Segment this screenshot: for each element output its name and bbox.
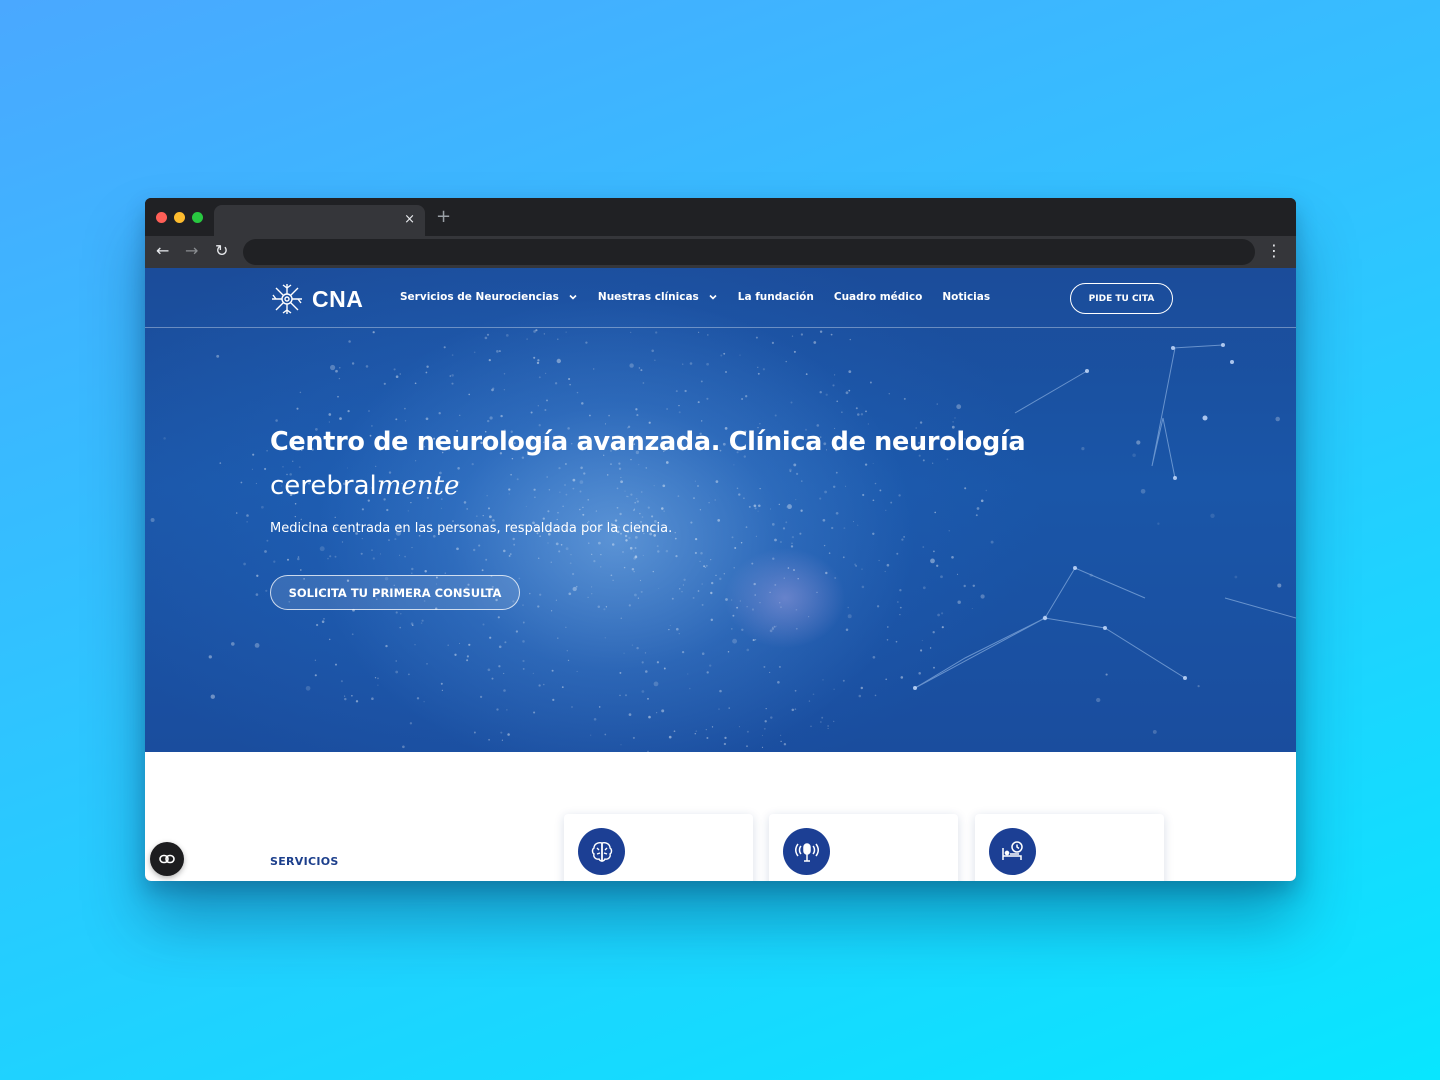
new-tab-button[interactable]: +	[436, 207, 451, 227]
nav-item-label: Servicios de Neurociencias	[400, 291, 559, 303]
primera-consulta-button[interactable]: SOLICITA TU PRIMERA CONSULTA	[270, 575, 520, 610]
brain-icon	[591, 841, 612, 862]
chevron-down-icon	[709, 294, 717, 300]
browser-toolbar: ← → ↻ ⋮	[145, 236, 1296, 268]
nav-item-servicios[interactable]: Servicios de Neurociencias	[400, 291, 578, 303]
main-nav: Servicios de Neurociencias Nuestras clín…	[400, 291, 1010, 303]
nav-item-label: Nuestras clínicas	[597, 291, 699, 303]
chevron-down-icon	[569, 294, 577, 300]
address-bar[interactable]	[243, 239, 1255, 265]
service-card[interactable]	[564, 814, 753, 881]
site-header: CNA Servicios de Neurociencias Nuestras …	[145, 268, 1296, 328]
neuron-logo-icon	[272, 284, 302, 314]
browser-window: × + ← → ↻ ⋮ CNA Servicios de Neurocienci…	[145, 198, 1296, 881]
reload-icon[interactable]: ↻	[215, 241, 228, 261]
page-viewport: CNA Servicios de Neurociencias Nuestras …	[145, 268, 1296, 881]
service-card[interactable]	[975, 814, 1164, 881]
hero-section: CNA Servicios de Neurociencias Nuestras …	[145, 268, 1296, 752]
close-icon[interactable]: ×	[404, 211, 415, 229]
service-icon-circle	[989, 828, 1036, 875]
forward-icon[interactable]: →	[185, 241, 198, 261]
hero-title-italic: mente	[376, 471, 460, 501]
maximize-window-button[interactable]	[192, 212, 203, 223]
hero-title: Centro de neurología avanzada. Clínica d…	[270, 427, 1026, 457]
neural-network-background	[150, 329, 1296, 752]
close-window-button[interactable]	[156, 212, 167, 223]
pide-tu-cita-button[interactable]: PIDE TU CITA	[1070, 283, 1173, 314]
hero-subtitle: Medicina centrada en las personas, respa…	[270, 521, 673, 536]
minimize-window-button[interactable]	[174, 212, 185, 223]
browser-titlebar: × +	[145, 198, 1296, 236]
hero-title-plain: cerebral	[270, 471, 377, 501]
service-card[interactable]	[769, 814, 958, 881]
back-icon[interactable]: ←	[156, 241, 169, 261]
link-icon	[159, 854, 175, 864]
hospital-bed-clock-icon	[1001, 840, 1023, 860]
service-icon-circle	[578, 828, 625, 875]
more-menu-icon[interactable]: ⋮	[1266, 241, 1282, 261]
nav-item-noticias[interactable]: Noticias	[942, 291, 990, 303]
logo-text: CNA	[312, 285, 364, 312]
hero-title-line2: cerebralmente	[270, 470, 459, 501]
service-icon-circle	[783, 828, 830, 875]
microphone-icon	[794, 842, 819, 862]
services-section-label: SERVICIOS	[270, 855, 339, 868]
browser-tab[interactable]: ×	[214, 205, 425, 236]
nav-item-clinicas[interactable]: Nuestras clínicas	[598, 291, 718, 303]
nav-item-cuadro-medico[interactable]: Cuadro médico	[834, 291, 922, 303]
site-logo[interactable]: CNA	[270, 282, 363, 316]
nav-item-fundacion[interactable]: La fundación	[738, 291, 814, 303]
floating-link-button[interactable]	[150, 842, 184, 876]
